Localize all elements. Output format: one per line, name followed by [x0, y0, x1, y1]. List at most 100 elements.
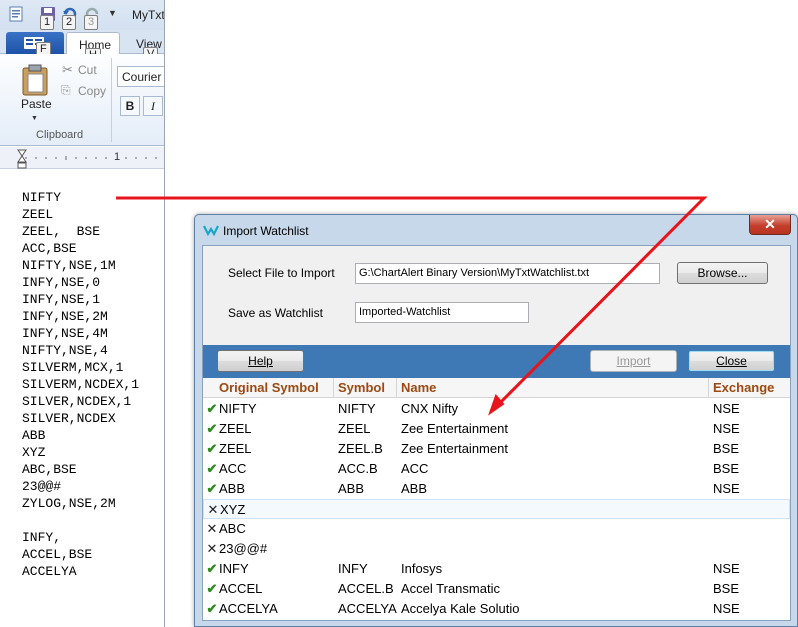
table-row[interactable]: ✔ ACCEL ACCEL.B Accel Transmatic BSE [203, 579, 790, 599]
cell-exchange: BSE [713, 581, 740, 596]
close-button[interactable]: Close [688, 350, 775, 372]
cell-original: ABC [219, 521, 246, 536]
import-watchlist-dialog: Import Watchlist ✕ Select File to Import… [194, 214, 798, 627]
document-line: ZYLOG,NSE,2M [22, 496, 116, 511]
cell-symbol [334, 519, 397, 539]
cell-name [397, 539, 709, 559]
document-line: ABC,BSE [22, 462, 77, 477]
table-row[interactable]: ✔ ZEEL ZEEL Zee Entertainment NSE [203, 419, 790, 439]
cell-name: Accelya Kale Solutio [401, 601, 520, 616]
ruler[interactable]: 1 [0, 147, 164, 169]
paste-label: Paste [21, 97, 52, 111]
cell-exchange [709, 519, 790, 539]
document-line: SILVER,NCDEX [22, 411, 116, 426]
clipboard-group-label: Clipboard [36, 129, 84, 141]
import-button-label: Import [616, 354, 651, 368]
table-row[interactable]: ✕ ABC [203, 519, 790, 539]
bold-button[interactable]: B [120, 96, 140, 116]
cell-exchange: NSE [713, 421, 740, 436]
watchlist-grid[interactable]: Original Symbol Symbol Name Exchange ✔ NI… [203, 378, 790, 620]
cell-name: CNX Nifty [401, 401, 459, 416]
window-title: MyTxt [132, 8, 165, 22]
cell-name [397, 519, 709, 539]
customize-qat-chevron-icon[interactable]: ▼ [108, 8, 117, 18]
cell-exchange: NSE [713, 481, 740, 496]
cell-original: ACCEL [219, 581, 263, 596]
column-header-symbol[interactable]: Symbol [334, 378, 397, 398]
cell-original: ZEEL [219, 441, 252, 456]
copy-button[interactable]: Copy [78, 84, 106, 98]
cut-button[interactable]: Cut [78, 63, 97, 77]
document-line: ZEEL, BSE [22, 224, 101, 239]
grid-header: Original Symbol Symbol Name Exchange [203, 378, 790, 398]
document-line: NIFTY,NSE,4 [22, 343, 108, 358]
indent-marker-icon[interactable] [17, 149, 27, 169]
cell-symbol: ACCELYA [338, 601, 397, 616]
cell-original: INFY [219, 561, 249, 576]
tab-home[interactable]: Home H [66, 32, 120, 63]
dialog-title: Import Watchlist [223, 224, 309, 238]
save-keytip: 1 [40, 15, 55, 30]
help-button[interactable]: Help [217, 350, 304, 372]
cell-original: 23@@# [219, 541, 268, 556]
cell-symbol [334, 539, 397, 559]
column-header-exchange[interactable]: Exchange [709, 378, 790, 398]
save-as-watchlist-label: Save as Watchlist [228, 306, 323, 320]
cell-original: ABB [219, 481, 246, 496]
cell-symbol: ACC.B [338, 461, 378, 476]
table-row[interactable]: ✔ ACC ACC.B ACC BSE [203, 459, 790, 479]
cell-symbol: ZEEL.B [338, 441, 383, 456]
paste-button[interactable]: ▼ [10, 58, 58, 122]
document-line: INFY,NSE,0 [22, 275, 101, 290]
cell-name: Infosys [401, 561, 443, 576]
document-line: INFY,NSE,2M [22, 309, 108, 324]
file-path-field[interactable]: G:\ChartAlert Binary Version\MyTxtWatchl… [355, 263, 660, 284]
cell-symbol: ZEEL [338, 421, 371, 436]
text-editor-window: 1 2 3 ▼ MyTxt F Home H View V [0, 0, 165, 627]
document-line: INFY, [22, 530, 62, 545]
cell-name: Zee Entertainment [401, 421, 508, 436]
document-line: SILVERM,MCX,1 [22, 360, 124, 375]
browse-button[interactable]: Browse... [677, 262, 768, 284]
table-row[interactable]: ✔ INFY INFY Infosys NSE [203, 559, 790, 579]
dialog-close-icon[interactable]: ✕ [749, 215, 791, 235]
import-button[interactable]: Import [590, 350, 677, 372]
quick-access-toolbar: 1 2 3 ▼ MyTxt [0, 0, 165, 30]
cut-icon[interactable]: ✂ [62, 62, 73, 78]
app-icon[interactable] [8, 6, 24, 22]
italic-button[interactable]: I [143, 96, 163, 116]
table-row[interactable]: ✔ NIFTY NIFTY CNX Nifty NSE [203, 399, 790, 419]
help-button-label: Help [248, 354, 273, 368]
document-line: NIFTY,NSE,1M [22, 258, 116, 273]
column-header-name[interactable]: Name [397, 378, 709, 398]
table-row[interactable]: ✔ ABB ABB ABB NSE [203, 479, 790, 499]
cell-exchange: BSE [713, 461, 740, 476]
dialog-content: Select File to Import G:\ChartAlert Bina… [202, 245, 791, 621]
cell-original: ACC [219, 461, 247, 476]
cell-symbol: NIFTY [338, 401, 376, 416]
document-text[interactable]: NIFTY ZEEL ZEEL, BSE ACC,BSE NIFTY,NSE,1M INF… [22, 189, 139, 580]
font-family-select[interactable]: Courier [117, 66, 164, 87]
watchlist-name-field[interactable]: Imported-Watchlist [355, 302, 529, 323]
document-line: XYZ [22, 445, 46, 460]
cell-symbol: ABB [338, 481, 365, 496]
table-row[interactable]: ✔ ZEEL ZEEL.B Zee Entertainment BSE [203, 439, 790, 459]
table-row[interactable]: ✔ ACCELYA ACCELYA Accelya Kale Solutio NSE [203, 599, 790, 619]
close-button-label: Close [716, 354, 747, 368]
font-family-value: Courier [122, 70, 162, 84]
table-row[interactable]: ✕ 23@@# [203, 539, 790, 559]
document-line: SILVERM,NCDEX,1 [22, 377, 140, 392]
dialog-titlebar[interactable]: Import Watchlist ✕ [195, 215, 797, 245]
cell-original: ACCELYA [219, 601, 278, 616]
cell-name: ACC [401, 461, 429, 476]
ribbon-tab-strip: F Home H View V [0, 30, 164, 63]
table-row[interactable]: ✕ XYZ [203, 499, 790, 519]
undo-keytip: 2 [62, 15, 77, 30]
cell-exchange: NSE [713, 561, 740, 576]
cell-exchange [709, 539, 790, 559]
application-menu-button[interactable]: F [6, 32, 64, 57]
cell-original: XYZ [220, 502, 246, 517]
column-header-original-symbol[interactable]: Original Symbol [215, 378, 334, 398]
copy-icon[interactable]: ⎘ [61, 83, 71, 98]
